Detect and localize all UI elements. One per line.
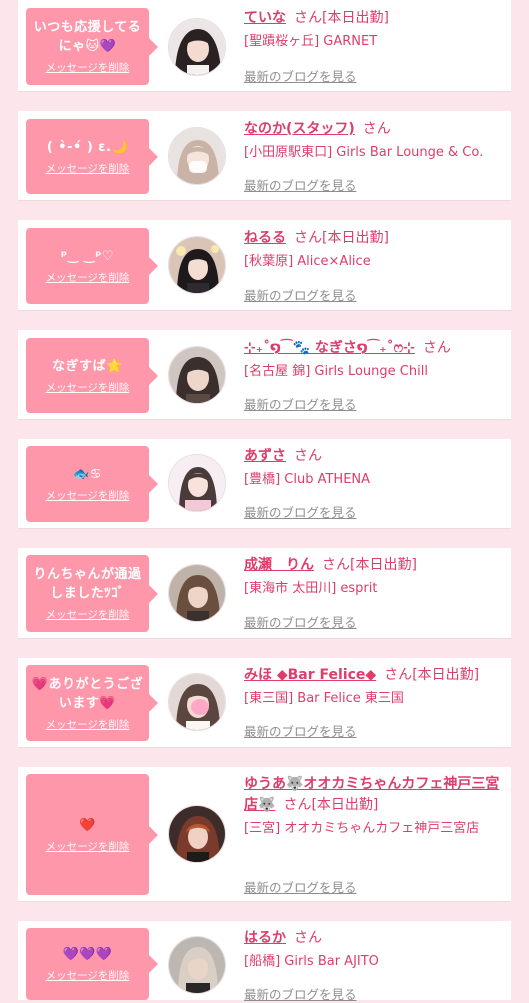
attendance-badge: [本日出勤] [412, 667, 480, 683]
honorific: さん [362, 121, 391, 137]
message-text: なぎすば🌟 [52, 358, 123, 374]
avatar[interactable] [168, 346, 226, 404]
message-bubble: 💜💜💜 メッセージを削除 [26, 928, 158, 1000]
shop-info: [名古屋 錦] Girls Lounge Chill [244, 364, 428, 379]
shop-info: [三宮] オオカミちゃんカフェ神戸三宮店 [244, 821, 480, 836]
delete-message-link[interactable]: メッセージを削除 [46, 607, 130, 622]
honorific: さん [322, 557, 350, 573]
latest-blog-link[interactable]: 最新のブログを見る [244, 66, 357, 85]
list-item: 💜💜💜 メッセージを削除 はるか さん [船橋] Girls Bar AJITO … [18, 921, 511, 1003]
shop-info: [豊橋] Club ATHENA [244, 472, 371, 487]
avatar[interactable] [168, 18, 226, 76]
message-text: ᵖ‿ ‿ᵖ♡ [60, 249, 115, 264]
avatar[interactable] [168, 236, 226, 294]
list-item: 🐟♋ メッセージを削除 あずさ さん [豊橋] Club ATHENA 最新のブロ… [18, 439, 511, 529]
latest-blog-link[interactable]: 最新のブログを見る [244, 612, 357, 631]
delete-message-link[interactable]: メッセージを削除 [46, 60, 130, 75]
latest-blog-link[interactable]: 最新のブログを見る [244, 394, 357, 413]
avatar[interactable] [168, 673, 226, 731]
attendance-badge: [本日出勤] [322, 230, 389, 246]
honorific: さん [283, 797, 312, 813]
list-item: なぎすば🌟 メッセージを削除 ⊹₊˚໑⁀🐾 なぎさ໑⁀₊˚ෆ⊹ さん [名古屋 錦… [18, 330, 511, 420]
honorific: さん [294, 10, 322, 26]
user-name-link[interactable]: ていな [244, 10, 286, 26]
attendance-badge: [本日出勤] [311, 797, 379, 813]
message-text: 💜💜💜 [62, 947, 113, 962]
shop-info: [小田原駅東口] Girls Bar Lounge & Co. [244, 145, 484, 160]
avatar[interactable] [168, 127, 226, 185]
user-name-link[interactable]: みほ ◆Bar Felice◆ [244, 667, 376, 683]
message-bubble: なぎすば🌟 メッセージを削除 [26, 338, 158, 413]
message-list: いつも応援してるにゃ🐱💜 メッセージを削除 ていな さん[本日出勤] [聖蹟桜ヶ丘… [0, 0, 529, 1003]
attendance-badge: [本日出勤] [322, 10, 389, 26]
user-name-link[interactable]: はるか [244, 930, 286, 946]
honorific: さん [294, 448, 322, 464]
delete-message-link[interactable]: メッセージを削除 [46, 488, 130, 503]
delete-message-link[interactable]: メッセージを削除 [46, 839, 130, 854]
message-bubble: いつも応援してるにゃ🐱💜 メッセージを削除 [26, 8, 158, 85]
message-bubble: りんちゃんが通過しましたﾂｺﾞ メッセージを削除 [26, 555, 158, 632]
user-name-link[interactable]: あずさ [244, 448, 286, 464]
delete-message-link[interactable]: メッセージを削除 [46, 270, 130, 285]
delete-message-link[interactable]: メッセージを削除 [46, 161, 130, 176]
list-item: ᵖ‿ ‿ᵖ♡ メッセージを削除 ねるる さん[本日出勤] [秋葉原] Alice×… [18, 220, 511, 311]
list-item: ❤️ メッセージを削除 ゆうあ🐺オオカミちゃんカフェ神戸三宮店🐺 さん[本日出勤]… [18, 767, 511, 902]
shop-info: [東三国] Bar Felice 東三国 [244, 691, 404, 706]
honorific: さん [384, 667, 413, 683]
latest-blog-link[interactable]: 最新のブログを見る [244, 175, 357, 194]
list-item: ( •̀-•́ ) ε.🌙 メッセージを削除 なのか(スタッフ) さん [小田原駅… [18, 111, 511, 201]
message-text: ❤️ [79, 817, 96, 833]
shop-info: [秋葉原] Alice×Alice [244, 254, 371, 269]
latest-blog-link[interactable]: 最新のブログを見る [244, 984, 357, 1003]
message-text: 🐟♋ [73, 467, 102, 482]
list-item: 💗ありがとうございます💗 メッセージを削除 みほ ◆Bar Felice◆ さん[… [18, 658, 511, 748]
honorific: さん [422, 340, 451, 356]
delete-message-link[interactable]: メッセージを削除 [46, 717, 130, 732]
latest-blog-link[interactable]: 最新のブログを見る [244, 285, 357, 304]
message-bubble: ( •̀-•́ ) ε.🌙 メッセージを削除 [26, 119, 158, 194]
list-item: りんちゃんが通過しましたﾂｺﾞ メッセージを削除 成瀬 りん さん[本日出勤] [… [18, 548, 511, 639]
avatar[interactable] [168, 805, 226, 863]
message-bubble: 🐟♋ メッセージを削除 [26, 446, 158, 522]
shop-info: [聖蹟桜ヶ丘] GARNET [244, 34, 378, 49]
message-text: 💗ありがとうございます💗 [31, 676, 144, 711]
message-bubble: ᵖ‿ ‿ᵖ♡ メッセージを削除 [26, 228, 158, 304]
user-name-link[interactable]: 成瀬 りん [244, 557, 314, 573]
user-name-link[interactable]: ねるる [244, 230, 286, 246]
message-text: いつも応援してるにゃ🐱💜 [33, 20, 142, 54]
message-bubble: 💗ありがとうございます💗 メッセージを削除 [26, 665, 158, 741]
avatar[interactable] [168, 454, 226, 512]
avatar[interactable] [168, 936, 226, 994]
attendance-badge: [本日出勤] [350, 557, 417, 573]
message-text: りんちゃんが通過しましたﾂｺﾞ [33, 567, 142, 601]
honorific: さん [294, 930, 322, 946]
latest-blog-link[interactable]: 最新のブログを見る [244, 877, 357, 896]
message-bubble: ❤️ メッセージを削除 [26, 774, 158, 895]
list-item: いつも応援してるにゃ🐱💜 メッセージを削除 ていな さん[本日出勤] [聖蹟桜ヶ丘… [18, 0, 511, 92]
delete-message-link[interactable]: メッセージを削除 [46, 968, 130, 983]
shop-info: [船橋] Girls Bar AJITO [244, 954, 379, 969]
user-name-link[interactable]: ⊹₊˚໑⁀🐾 なぎさ໑⁀₊˚ෆ⊹ [244, 340, 415, 356]
latest-blog-link[interactable]: 最新のブログを見る [244, 502, 357, 521]
user-name-link[interactable]: なのか(スタッフ) [244, 121, 355, 137]
message-text: ( •̀-•́ ) ε.🌙 [46, 139, 129, 155]
avatar[interactable] [168, 564, 226, 622]
delete-message-link[interactable]: メッセージを削除 [46, 380, 130, 395]
shop-info: [東海市 太田川] esprit [244, 581, 378, 596]
latest-blog-link[interactable]: 最新のブログを見る [244, 721, 357, 740]
honorific: さん [294, 230, 322, 246]
